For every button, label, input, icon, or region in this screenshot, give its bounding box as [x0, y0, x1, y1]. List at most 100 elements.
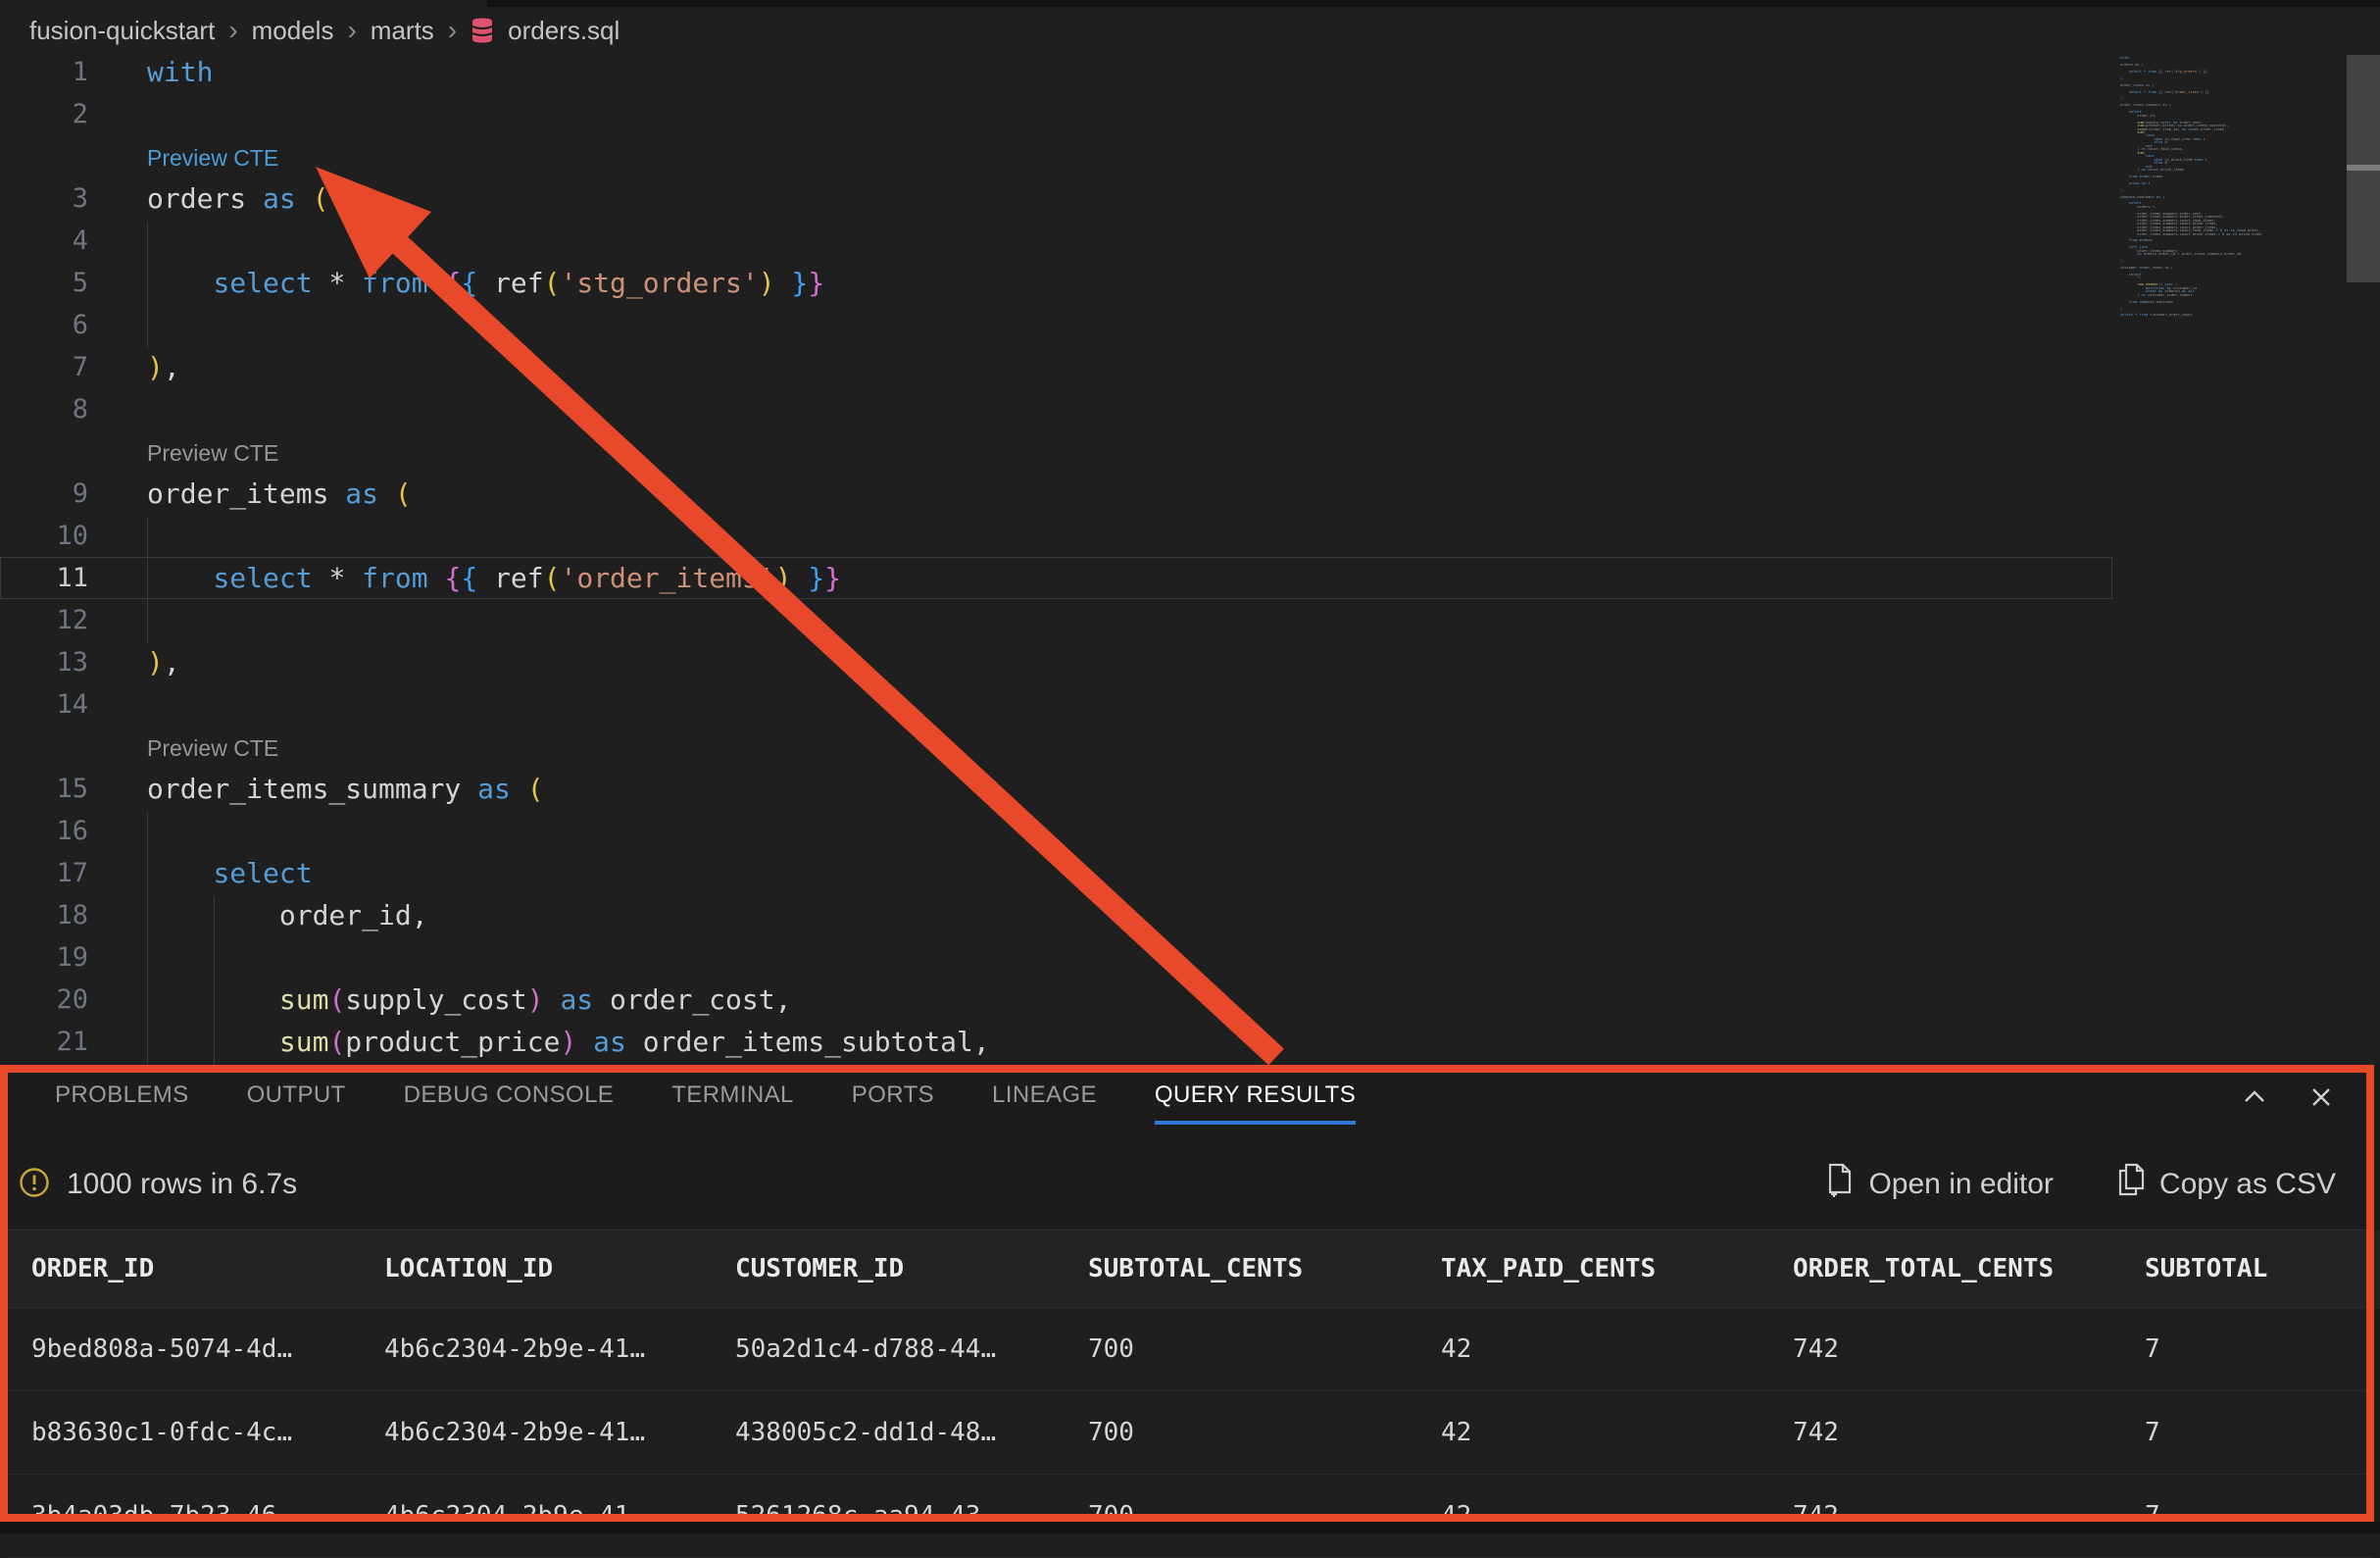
breadcrumb-item-project[interactable]: fusion-quickstart — [29, 16, 215, 46]
tab-problems[interactable]: PROBLEMS — [55, 1081, 189, 1125]
code-token: select — [213, 857, 312, 889]
tab-ports[interactable]: PORTS — [852, 1081, 934, 1125]
cell: 50a2d1c4-d788-44… — [735, 1334, 1088, 1364]
preview-cte-link[interactable]: Preview CTE — [147, 430, 278, 473]
line-number: 16 — [0, 810, 88, 852]
code-line[interactable]: 3 orders as ( — [0, 177, 2112, 220]
code-line[interactable]: 14 — [0, 683, 2112, 726]
code-line[interactable]: 5 select * from {{ ref('stg_orders') }} — [0, 262, 2112, 304]
code-token: ( — [313, 182, 329, 215]
code-content[interactable]: select — [147, 852, 313, 894]
line-number: 3 — [0, 177, 88, 220]
line-number: 9 — [0, 473, 88, 515]
code-line[interactable]: 20 sum(supply_cost) as order_cost, — [0, 979, 2112, 1021]
code-content[interactable]: order_items_summary as ( — [147, 768, 544, 810]
chevron-up-icon[interactable] — [2240, 1082, 2269, 1117]
table-row: 9bed808a-5074-4d… 4b6c2304-2b9e-41… 50a2… — [8, 1308, 2372, 1391]
line-number: 1 — [0, 51, 88, 93]
tab-query-results[interactable]: QUERY RESULTS — [1155, 1081, 1356, 1125]
code-content[interactable]: ), — [147, 346, 180, 388]
code-line[interactable]: 7), — [0, 346, 2112, 388]
code-content[interactable]: sum(product_price) as order_items_subtot… — [147, 1021, 990, 1063]
code-content[interactable]: sum(supply_cost) as order_cost, — [147, 979, 791, 1021]
code-token: , — [164, 351, 180, 383]
code-line[interactable]: 17 select — [0, 852, 2112, 894]
code-content[interactable]: orders as ( — [147, 177, 328, 220]
code-token: { — [461, 562, 477, 594]
code-lens-row[interactable]: Preview CTE — [0, 135, 2112, 177]
line-number: 18 — [0, 894, 88, 936]
code-content[interactable]: with — [147, 51, 213, 93]
code-content[interactable]: ), — [147, 641, 180, 683]
code-token: ( — [328, 1026, 345, 1058]
breadcrumb-item-file[interactable]: orders.sql — [508, 16, 620, 46]
code-line[interactable]: 11 select * from {{ ref('order_items') }… — [0, 557, 2112, 599]
line-number: 12 — [0, 599, 88, 641]
code-line[interactable]: 16 — [0, 810, 2112, 852]
code-token: select — [213, 562, 312, 594]
indent-guide — [147, 517, 148, 643]
tab-debug-console[interactable]: DEBUG CONSOLE — [404, 1081, 615, 1125]
column-header[interactable]: LOCATION_ID — [384, 1254, 735, 1283]
line-number: 7 — [0, 346, 88, 388]
line-number: 4 — [0, 220, 88, 262]
tab-lineage[interactable]: LINEAGE — [992, 1081, 1097, 1125]
code-lens-row[interactable]: Preview CTE — [0, 430, 2112, 473]
cell: 7 — [2145, 1334, 2372, 1364]
code-token — [147, 267, 213, 299]
code-token: ) — [775, 562, 792, 594]
tab-output[interactable]: OUTPUT — [247, 1081, 346, 1125]
code-line[interactable]: 21 sum(product_price) as order_items_sub… — [0, 1021, 2112, 1063]
code-line[interactable]: 1 with — [0, 51, 2112, 93]
code-token: } — [808, 267, 824, 299]
code-lens-row[interactable]: Preview CTE — [0, 726, 2112, 768]
copy-as-csv-button[interactable]: Copy as CSV — [2116, 1163, 2336, 1206]
code-content[interactable]: order_items as ( — [147, 473, 412, 515]
code-line[interactable]: 18 order_id, — [0, 894, 2112, 936]
preview-cte-link[interactable]: Preview CTE — [147, 135, 278, 177]
breadcrumb-item-marts[interactable]: marts — [371, 16, 434, 46]
scrollbar-current-line-marker — [2347, 165, 2380, 171]
preview-cte-link[interactable]: Preview CTE — [147, 726, 278, 768]
column-header[interactable]: CUSTOMER_ID — [735, 1254, 1088, 1283]
column-header[interactable]: TAX_PAID_CENTS — [1441, 1254, 1793, 1283]
code-token: ( — [328, 983, 345, 1016]
breadcrumb-item-models[interactable]: models — [252, 16, 334, 46]
code-line[interactable]: 9 order_items as ( — [0, 473, 2112, 515]
code-token: ( — [395, 477, 412, 510]
close-icon[interactable] — [2306, 1082, 2336, 1117]
copy-as-csv-label: Copy as CSV — [2159, 1168, 2336, 1201]
code-token — [428, 267, 445, 299]
line-number: 20 — [0, 979, 88, 1021]
code-line[interactable]: 6 — [0, 304, 2112, 346]
tab-terminal[interactable]: TERMINAL — [671, 1081, 794, 1125]
line-number: 15 — [0, 768, 88, 810]
minimap[interactable]: with orders as ( select * from {{ ref('s… — [2114, 49, 2347, 1065]
column-header[interactable]: SUBTOTAL — [2145, 1254, 2380, 1283]
breadcrumb: fusion-quickstart › models › marts › ord… — [29, 8, 620, 53]
cell: 742 — [1793, 1334, 2145, 1364]
code-line[interactable]: 8 — [0, 388, 2112, 430]
code-line[interactable]: 13), — [0, 641, 2112, 683]
column-header[interactable]: SUBTOTAL_CENTS — [1088, 1254, 1441, 1283]
code-token: as — [477, 773, 511, 805]
open-in-editor-button[interactable]: Open in editor — [1825, 1163, 2053, 1206]
code-content[interactable]: order_id, — [147, 894, 428, 936]
column-header[interactable]: ORDER_ID — [31, 1254, 384, 1283]
code-line[interactable]: 10 — [0, 515, 2112, 557]
code-editor[interactable]: 1with2Preview CTE3orders as (45 select *… — [0, 51, 2112, 1065]
code-token — [147, 857, 213, 889]
code-line[interactable]: 12 — [0, 599, 2112, 641]
code-line[interactable]: 2 — [0, 93, 2112, 135]
code-content[interactable]: select * from {{ ref('order_items') }} — [147, 557, 841, 599]
code-lines[interactable]: 1with2Preview CTE3orders as (45 select *… — [0, 51, 2112, 1063]
code-line[interactable]: 4 — [0, 220, 2112, 262]
cell: 42 — [1441, 1334, 1793, 1364]
editor-scrollbar[interactable] — [2347, 51, 2380, 1065]
code-line[interactable]: 15 order_items_summary as ( — [0, 768, 2112, 810]
column-header[interactable]: ORDER_TOTAL_CENTS — [1793, 1254, 2145, 1283]
code-line[interactable]: 19 — [0, 936, 2112, 979]
code-content[interactable]: select * from {{ ref('stg_orders') }} — [147, 262, 824, 304]
code-token: select — [213, 267, 312, 299]
panel-tabs: PROBLEMS OUTPUT DEBUG CONSOLE TERMINAL P… — [55, 1081, 1356, 1133]
